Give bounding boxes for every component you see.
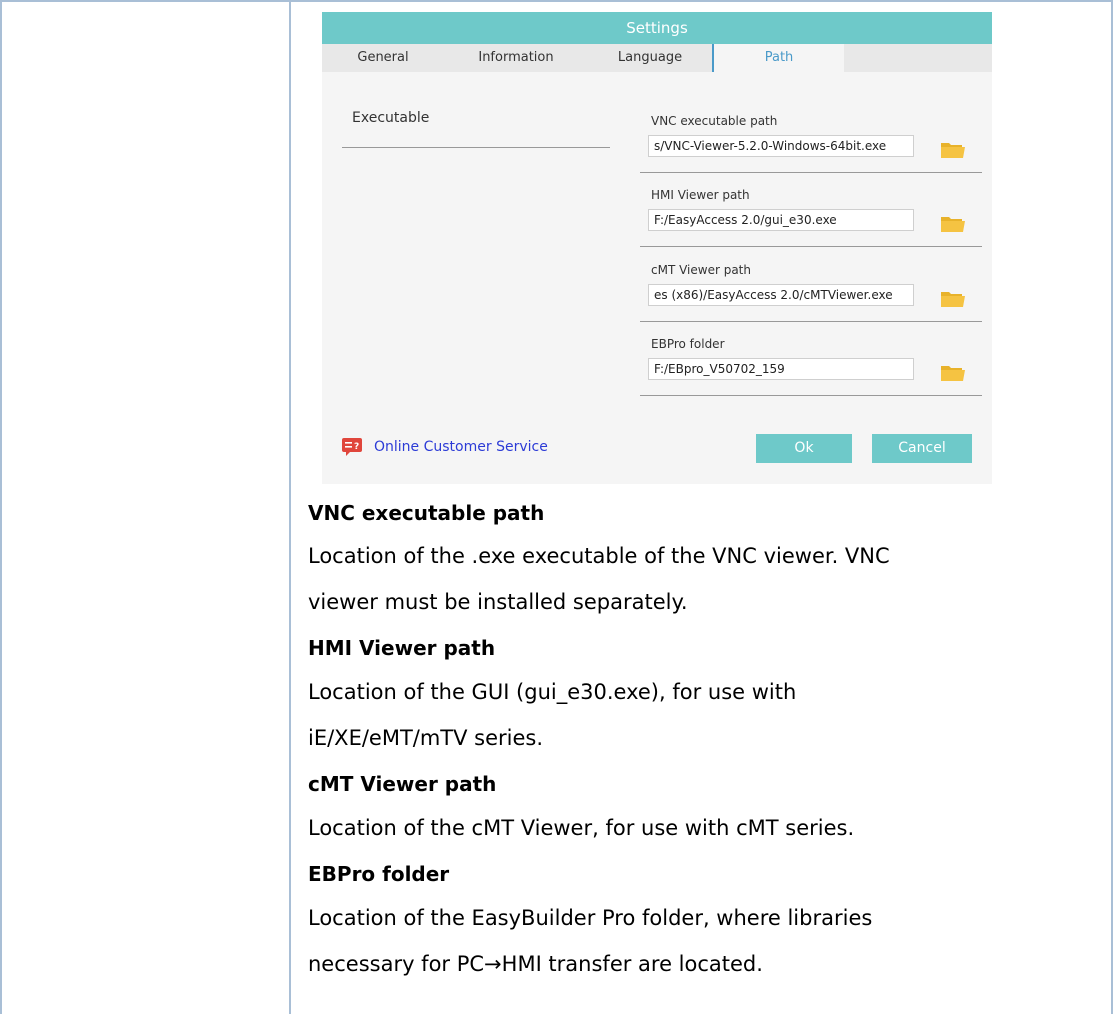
hmi-text-line1: Location of the GUI (gui_e30.exe), for u… bbox=[308, 680, 797, 704]
tab-bar: General Information Language Path bbox=[322, 44, 992, 72]
vnc-heading: VNC executable path bbox=[308, 501, 545, 525]
path-divider bbox=[640, 172, 982, 173]
folder-icon[interactable] bbox=[940, 213, 966, 233]
tab-information[interactable]: Information bbox=[444, 44, 588, 72]
vnc-path-label: VNC executable path bbox=[651, 114, 778, 128]
hmi-path-label: HMI Viewer path bbox=[651, 188, 750, 202]
folder-icon[interactable] bbox=[940, 288, 966, 308]
tab-language[interactable]: Language bbox=[588, 44, 712, 72]
cmt-path-label: cMT Viewer path bbox=[651, 263, 751, 277]
tab-path[interactable]: Path bbox=[712, 44, 844, 72]
ebpro-path-label: EBPro folder bbox=[651, 337, 725, 351]
customer-service-label[interactable]: Online Customer Service bbox=[374, 439, 548, 455]
hmi-heading: HMI Viewer path bbox=[308, 636, 496, 660]
path-divider bbox=[640, 246, 982, 247]
section-divider bbox=[342, 147, 610, 148]
path-divider bbox=[640, 395, 982, 396]
ok-button[interactable]: Ok bbox=[756, 434, 852, 463]
cmt-path-input[interactable]: es (x86)/EasyAccess 2.0/cMTViewer.exe bbox=[648, 284, 914, 306]
table-column-divider bbox=[289, 0, 291, 1014]
vnc-path-input[interactable]: s/VNC-Viewer-5.2.0-Windows-64bit.exe bbox=[648, 135, 914, 157]
ebpro-path-input[interactable]: F:/EBpro_V50702_159 bbox=[648, 358, 914, 380]
folder-icon[interactable] bbox=[940, 139, 966, 159]
ebpro-text-line1: Location of the EasyBuilder Pro folder, … bbox=[308, 906, 873, 930]
cmt-text-line1: Location of the cMT Viewer, for use with… bbox=[308, 816, 855, 840]
executable-section-label: Executable bbox=[352, 110, 430, 126]
path-divider bbox=[640, 321, 982, 322]
ebpro-text-line2: necessary for PC→HMI transfer are locate… bbox=[308, 952, 763, 976]
folder-icon[interactable] bbox=[940, 362, 966, 382]
chat-help-icon: ? bbox=[342, 438, 362, 456]
hmi-text-line2: iE/XE/eMT/mTV series. bbox=[308, 726, 544, 750]
vnc-text-line2: viewer must be installed separately. bbox=[308, 590, 688, 614]
hmi-path-input[interactable]: F:/EasyAccess 2.0/gui_e30.exe bbox=[648, 209, 914, 231]
vnc-text-line1: Location of the .exe executable of the V… bbox=[308, 544, 890, 568]
table-border-left bbox=[0, 0, 2, 1014]
ebpro-heading: EBPro folder bbox=[308, 862, 450, 886]
cancel-button[interactable]: Cancel bbox=[872, 434, 972, 463]
settings-dialog: Settings General Information Language Pa… bbox=[322, 12, 992, 484]
table-border-top bbox=[0, 0, 1113, 2]
dialog-title: Settings bbox=[322, 12, 992, 44]
tab-general[interactable]: General bbox=[322, 44, 444, 72]
svg-text:?: ? bbox=[354, 442, 359, 452]
cmt-heading: cMT Viewer path bbox=[308, 772, 497, 796]
